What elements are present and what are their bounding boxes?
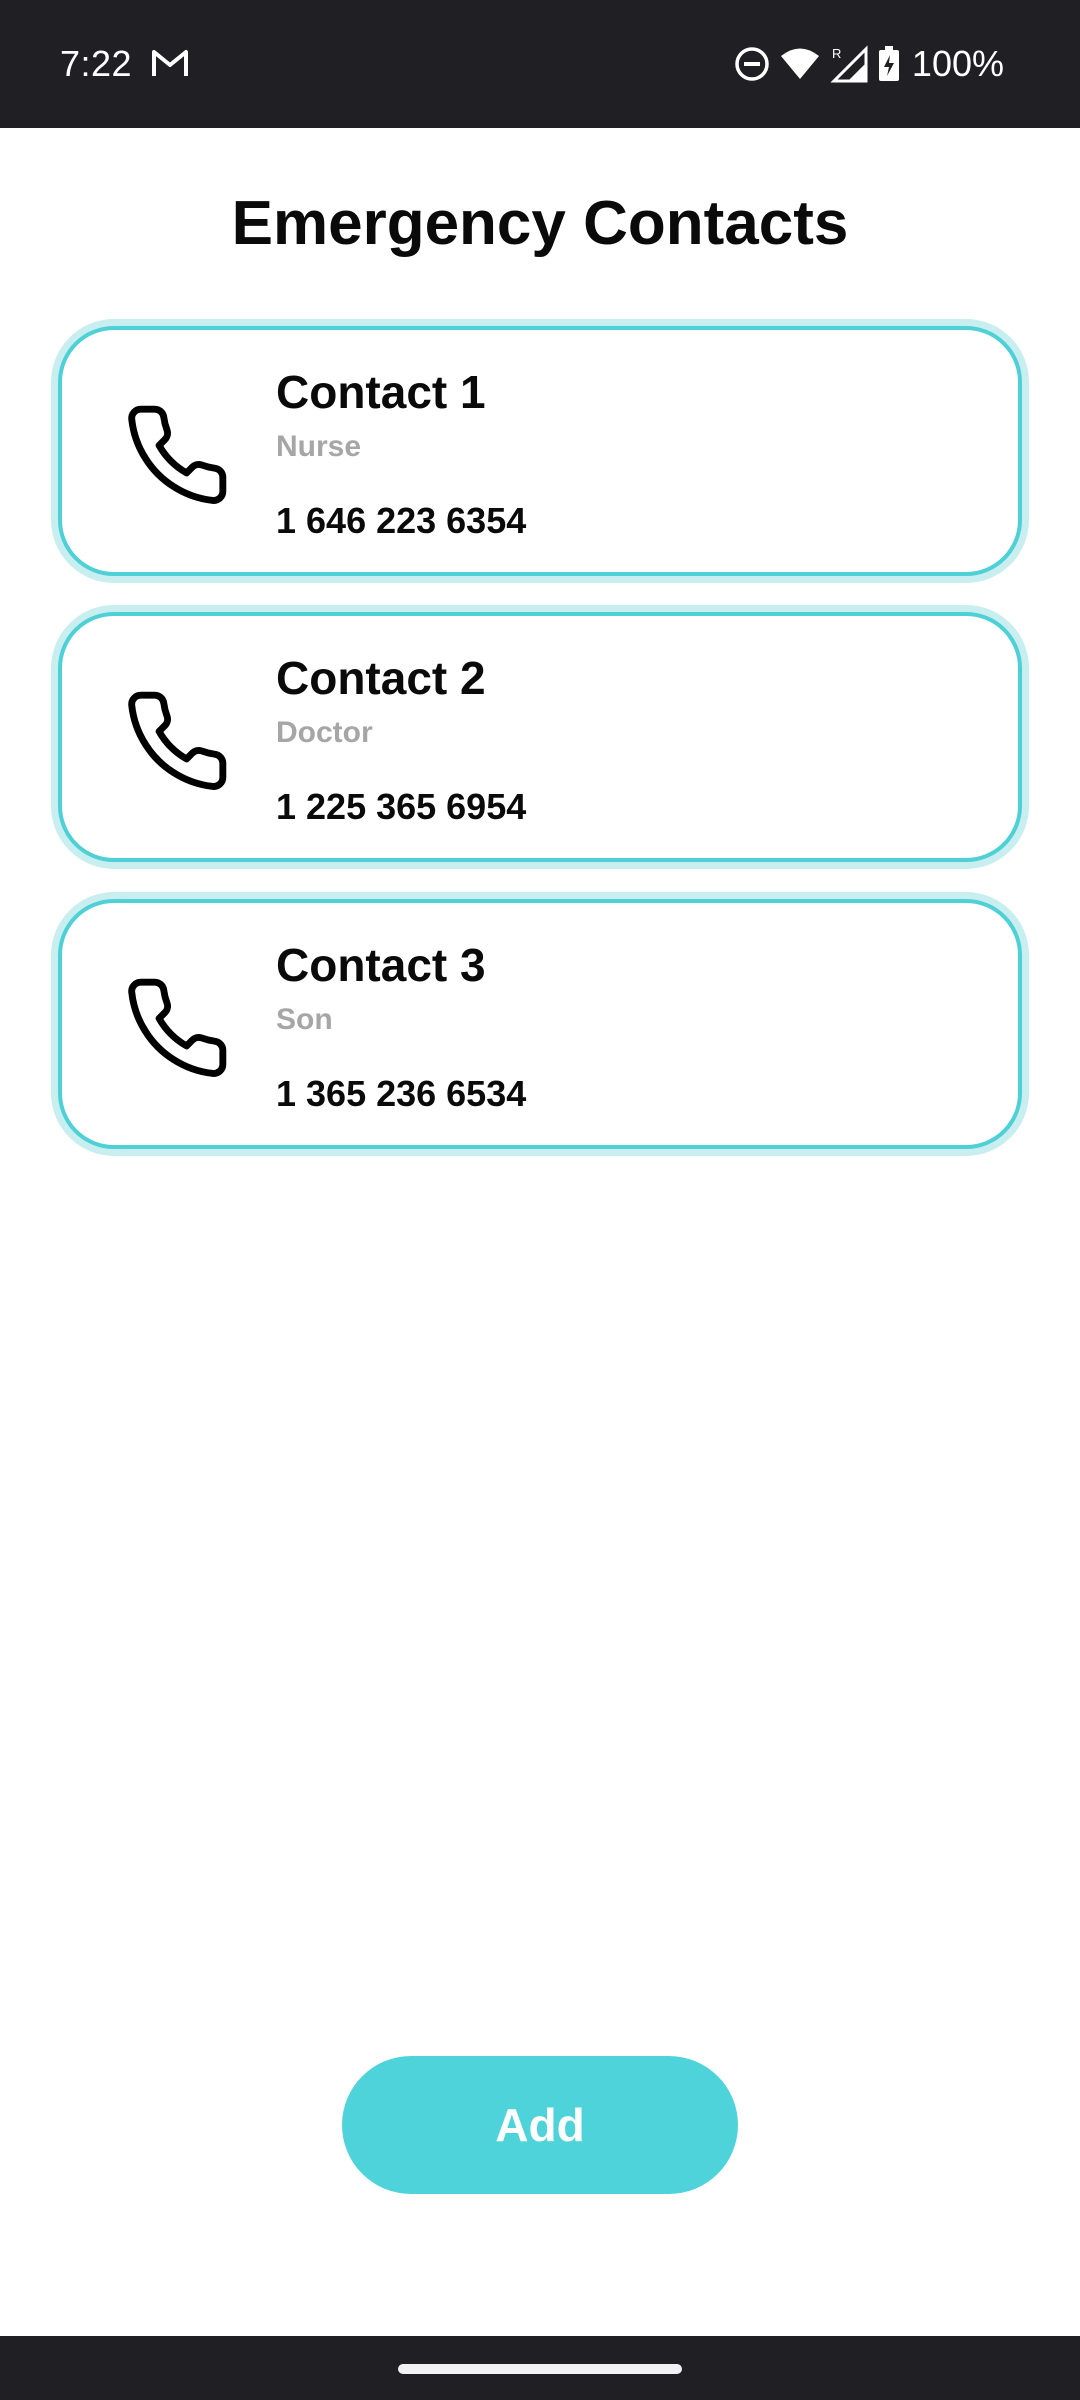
wifi-icon — [780, 48, 819, 79]
contact-name: Contact 3 — [276, 939, 486, 991]
contact-name: Contact 1 — [276, 366, 486, 418]
phone-icon — [128, 978, 227, 1077]
contact-phone-number: 1 365 236 6534 — [276, 1073, 527, 1114]
navigation-bar — [0, 2336, 1080, 2400]
contact-role: Nurse — [276, 430, 362, 463]
contact-card[interactable]: Contact 2 Doctor 1 225 365 6954 — [58, 612, 1022, 862]
phone-icon — [128, 405, 227, 504]
home-gesture-handle[interactable] — [398, 2364, 682, 2374]
signal-icon: R — [830, 45, 868, 83]
svg-text:R: R — [832, 46, 841, 61]
page-title: Emergency Contacts — [231, 189, 849, 258]
battery-percentage: 100% — [911, 43, 1004, 84]
contact-name: Contact 2 — [276, 652, 486, 704]
status-time: 7:22 — [60, 43, 133, 84]
do-not-disturb-icon — [735, 47, 769, 81]
add-contact-button[interactable]: Add — [342, 2056, 738, 2194]
gmail-icon — [152, 50, 188, 76]
contact-card[interactable]: Contact 3 Son 1 365 236 6534 — [58, 899, 1022, 1149]
contact-phone-number: 1 646 223 6354 — [276, 500, 527, 541]
contact-card[interactable]: Contact 1 Nurse 1 646 223 6354 — [58, 326, 1022, 576]
contact-phone-number: 1 225 365 6954 — [276, 786, 527, 827]
contact-role: Son — [276, 1003, 333, 1036]
status-bar: 7:22 R 100% — [0, 0, 1080, 128]
phone-icon — [128, 691, 227, 790]
contact-role: Doctor — [276, 716, 373, 749]
status-icons: R 100% — [734, 40, 1004, 88]
battery-charging-icon — [878, 46, 899, 81]
